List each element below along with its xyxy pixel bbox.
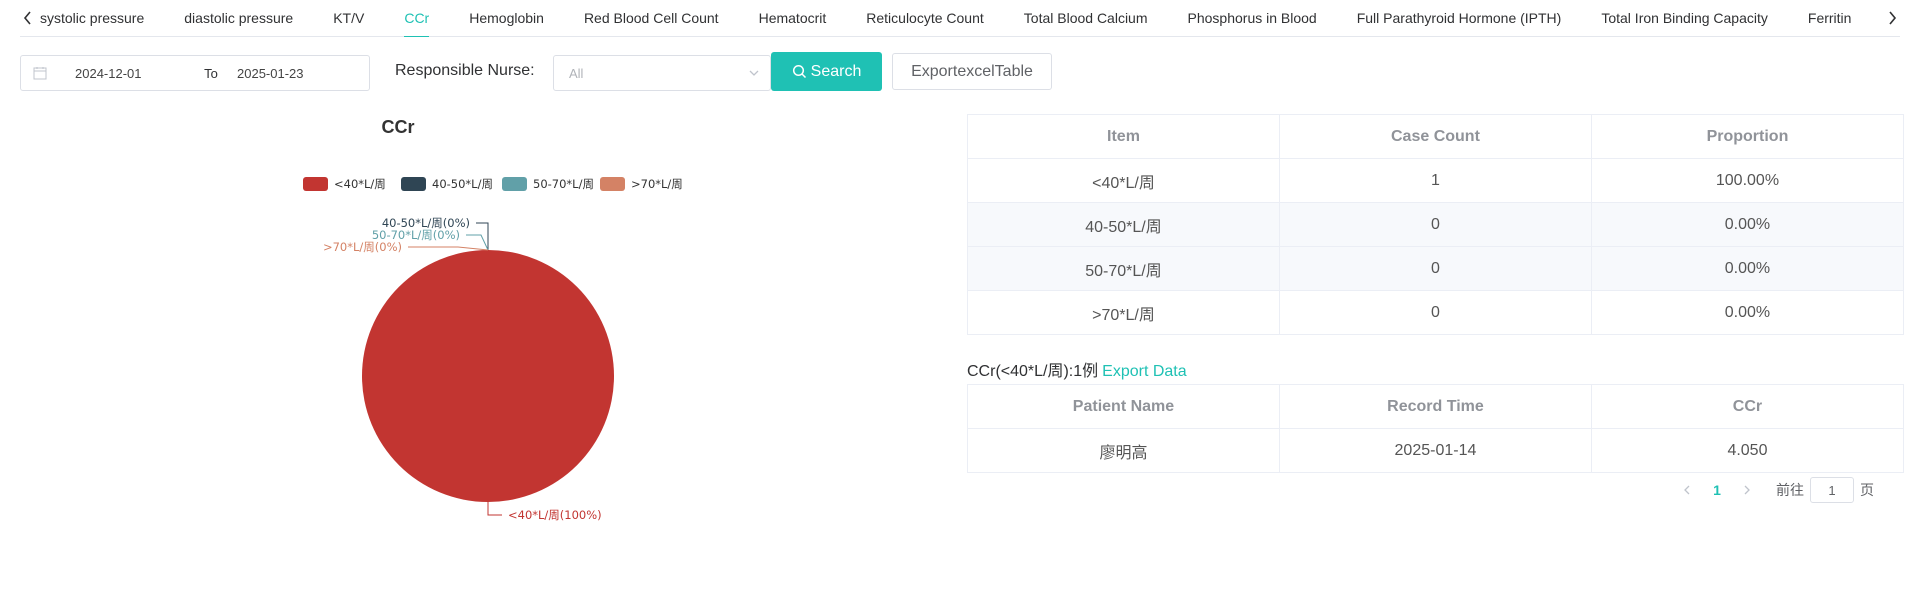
column-header: Patient Name [967, 384, 1280, 429]
table-cell: 40-50*L/周 [967, 202, 1280, 247]
label-leader-line [487, 502, 502, 516]
slice-label: <40*L/周(100%) [508, 508, 602, 522]
responsible-nurse-label: Responsible Nurse: [395, 62, 535, 79]
table-row: 50-70*L/周 0 0.00% [967, 246, 1905, 291]
detail-header: CCr(<40*L/周):1例 Export Data [967, 357, 1187, 381]
calendar-icon [33, 67, 47, 80]
column-header: CCr [1590, 384, 1905, 429]
tab-kt-v[interactable]: KT/V [313, 0, 384, 37]
table-cell: <40*L/周 [967, 158, 1280, 203]
ccr-pie-chart: CCr <40*L/周 40-50*L/周 50-70*L/周 >70*L/周 <40*L… [20, 110, 960, 540]
slice-label: >70*L/周(0%) [323, 240, 402, 254]
tab-hemoglobin[interactable]: Hemoglobin [449, 0, 564, 37]
legend-label: 40-50*L/周 [432, 177, 493, 191]
table-row: <40*L/周 1 100.00% [967, 158, 1905, 203]
chevron-right-icon [1744, 485, 1750, 495]
table-row: >70*L/周 0 0.00% [967, 290, 1905, 335]
responsible-nurse-select[interactable]: All [553, 55, 771, 91]
pie-slice [362, 250, 614, 502]
label-leader-line [408, 246, 489, 251]
tab-total-iron-binding-capacity[interactable]: Total Iron Binding Capacity [1581, 0, 1788, 37]
column-header: Proportion [1590, 114, 1905, 159]
table-cell: 0 [1278, 290, 1592, 335]
search-icon [792, 64, 806, 79]
column-header: Item [967, 114, 1280, 159]
date-range-picker[interactable]: 2024-12-01 To 2025-01-23 [20, 55, 370, 91]
goto-label: 前往 [1776, 482, 1804, 498]
table-cell: 2025-01-14 [1278, 428, 1592, 473]
tab-systolic-pressure[interactable]: systolic pressure [40, 0, 164, 37]
date-range-separator: To [204, 65, 218, 81]
legend-label: 50-70*L/周 [533, 177, 594, 191]
chart-title: CCr [381, 117, 414, 137]
goto-page-input[interactable] [1810, 477, 1854, 503]
table-cell: 100.00% [1590, 158, 1905, 203]
summary-table-header: Item Case Count Proportion [967, 114, 1905, 159]
table-cell: 0.00% [1590, 246, 1905, 291]
tab-scroll-right-icon[interactable] [1884, 8, 1900, 28]
tab-phosphorus-in-blood[interactable]: Phosphorus in Blood [1168, 0, 1337, 37]
table-row: 廖明高 2025-01-14 4.050 [967, 428, 1905, 473]
table-cell: 0 [1278, 202, 1592, 247]
pie-chart-svg: CCr <40*L/周 40-50*L/周 50-70*L/周 >70*L/周 <40*L… [303, 117, 683, 522]
page-suffix-label: 页 [1860, 482, 1874, 498]
page-number-current[interactable]: 1 [1702, 482, 1732, 498]
tab-hematocrit[interactable]: Hematocrit [739, 0, 847, 37]
legend-swatch [303, 177, 328, 191]
table-cell: >70*L/周 [967, 290, 1280, 335]
table-cell: 廖明高 [967, 428, 1280, 473]
detail-table-header: Patient Name Record Time CCr [967, 384, 1905, 429]
tab-list: systolic pressure diastolic pressure KT/V C… [40, 0, 1876, 37]
start-date-input[interactable]: 2024-12-01 [75, 66, 185, 81]
summary-table: Item Case Count Proportion <40*L/周 1 100.00%… [967, 114, 1905, 335]
export-data-link[interactable]: Export Data [1102, 363, 1186, 380]
export-excel-label: ExportexcelTable [911, 62, 1033, 80]
table-cell: 1 [1278, 158, 1592, 203]
search-button[interactable]: Search [771, 52, 882, 91]
detail-title: CCr(<40*L/周):1例 [967, 363, 1099, 380]
next-page-button[interactable] [1732, 477, 1762, 503]
chevron-left-icon [1684, 485, 1690, 495]
tab-ccr[interactable]: CCr [384, 0, 449, 37]
pagination: 1 前往 页 [1672, 477, 1874, 503]
table-cell: 50-70*L/周 [967, 246, 1280, 291]
table-cell: 4.050 [1590, 428, 1905, 473]
metric-tabs: systolic pressure diastolic pressure KT/V C… [20, 0, 1900, 37]
legend-swatch [502, 177, 527, 191]
table-row: 40-50*L/周 0 0.00% [967, 202, 1905, 247]
detail-table: Patient Name Record Time CCr 廖明高 2025-01-14… [967, 384, 1905, 473]
table-cell: 0.00% [1590, 290, 1905, 335]
tab-scroll-left-icon[interactable] [20, 8, 36, 28]
export-excel-button[interactable]: ExportexcelTable [892, 53, 1052, 90]
chevron-down-icon [749, 70, 759, 76]
search-button-label: Search [810, 62, 862, 80]
column-header: Case Count [1278, 114, 1592, 159]
tab-diastolic-pressure[interactable]: diastolic pressure [164, 0, 313, 37]
end-date-input[interactable]: 2025-01-23 [237, 66, 347, 81]
prev-page-button[interactable] [1672, 477, 1702, 503]
column-header: Record Time [1278, 384, 1592, 429]
tab-total-blood-calcium[interactable]: Total Blood Calcium [1004, 0, 1168, 37]
tab-full-parathyroid-hormone-ipth[interactable]: Full Parathyroid Hormone (IPTH) [1337, 0, 1582, 37]
legend-label: <40*L/周 [334, 177, 386, 191]
legend-label: >70*L/周 [631, 177, 683, 191]
tab-ferritin[interactable]: Ferritin [1788, 0, 1872, 37]
tab-red-blood-cell-count[interactable]: Red Blood Cell Count [564, 0, 739, 37]
nurse-select-value: All [569, 65, 584, 81]
legend-swatch [600, 177, 625, 191]
tab-reticulocyte-count[interactable]: Reticulocyte Count [846, 0, 1004, 37]
legend-swatch [401, 177, 426, 191]
table-cell: 0.00% [1590, 202, 1905, 247]
table-cell: 0 [1278, 246, 1592, 291]
